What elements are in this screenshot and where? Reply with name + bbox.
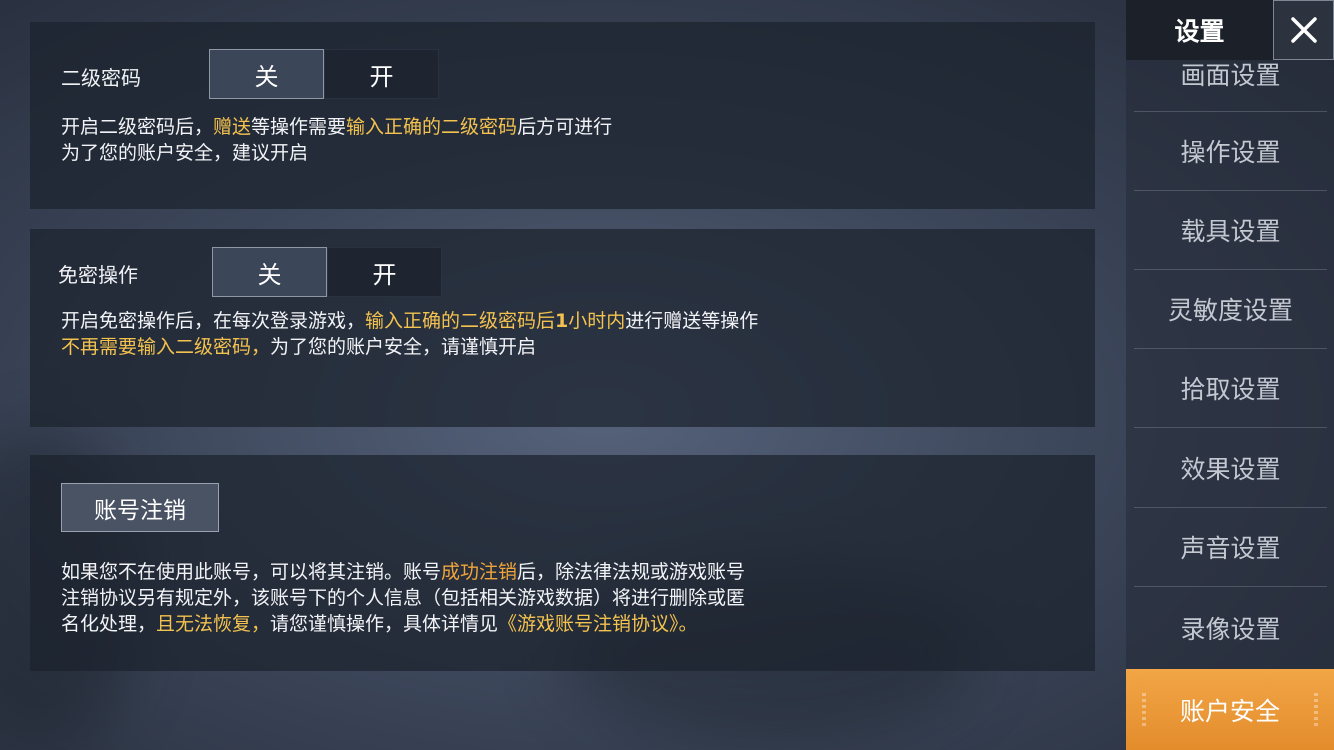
desc-text: 为了您的账户安全，请谨慎开启	[270, 336, 537, 358]
password-free-label: 免密操作	[58, 263, 138, 287]
sidebar-item-label: 画面设置	[1180, 61, 1281, 90]
desc-highlight: 1	[555, 310, 569, 332]
secondary-password-label: 二级密码	[61, 66, 141, 90]
sidebar-item-vehicle[interactable]: 载具设置	[1134, 191, 1327, 270]
description-line: 不再需要输入二级密码，为了您的账户安全，请谨慎开启	[61, 334, 758, 360]
sidebar-item-label: 灵敏度设置	[1167, 296, 1293, 325]
desc-text: 等操作需要	[251, 116, 347, 138]
desc-text: 开启二级密码后，	[61, 116, 214, 138]
desc-highlight: 输入正确的二级密码	[346, 116, 518, 138]
desc-highlight: 不再需要输入二级密码，	[61, 336, 271, 358]
password-free-toggle[interactable]: 关 开	[212, 247, 442, 297]
toggle-on-option[interactable]: 开	[324, 49, 439, 99]
desc-highlight: 小时内	[568, 310, 626, 332]
grip-decoration	[1142, 693, 1146, 727]
sidebar-item-label: 账户安全	[1179, 696, 1280, 726]
secondary-password-toggle[interactable]: 关 开	[209, 49, 439, 99]
sidebar-item-sound[interactable]: 声音设置	[1134, 508, 1327, 587]
account-cancel-description: 如果您不在使用此账号，可以将其注销。账号成功注销后，除法律法规或游戏账号 注销协…	[61, 559, 745, 637]
account-cancel-button[interactable]: 账号注销	[61, 483, 219, 532]
sidebar-item-label: 载具设置	[1180, 217, 1281, 246]
description-line: 如果您不在使用此账号，可以将其注销。账号成功注销后，除法律法规或游戏账号	[61, 559, 745, 585]
desc-text: 后方可进行	[517, 116, 613, 138]
description-line: 为了您的账户安全，建议开启	[61, 142, 309, 164]
sidebar-item-label: 声音设置	[1180, 534, 1281, 563]
password-free-description: 开启免密操作后，在每次登录游戏，输入正确的二级密码后1小时内进行赠送等操作 不再…	[61, 308, 758, 360]
secondary-password-panel: 二级密码 关 开 开启二级密码后，赠送等操作需要输入正确的二级密码后方可进行 为…	[30, 22, 1095, 209]
desc-highlight: 成功注销	[441, 561, 518, 583]
desc-highlight: 且无法恢复，	[156, 613, 271, 635]
desc-text: 名化处理，	[61, 613, 157, 635]
account-cancel-panel: 账号注销 如果您不在使用此账号，可以将其注销。账号成功注销后，除法律法规或游戏账…	[30, 455, 1095, 671]
password-free-panel: 免密操作 关 开 开启免密操作后，在每次登录游戏，输入正确的二级密码后1小时内进…	[30, 229, 1095, 427]
settings-title: 设置	[1126, 0, 1273, 60]
sidebar-item-controls[interactable]: 操作设置	[1134, 112, 1327, 191]
description-line: 名化处理，且无法恢复，请您谨慎操作，具体详情见《游戏账号注销协议》。	[61, 611, 745, 637]
desc-highlight: 赠送	[213, 116, 252, 138]
toggle-off-option[interactable]: 关	[212, 247, 327, 297]
desc-text: 如果您不在使用此账号，可以将其注销。账号	[61, 561, 442, 583]
cancel-agreement-link[interactable]: 《游戏账号注销协议》。	[498, 613, 698, 635]
close-button[interactable]	[1273, 0, 1334, 60]
desc-text: 请您谨慎操作，具体详情见	[270, 613, 499, 635]
sidebar-item-label: 录像设置	[1180, 614, 1281, 644]
toggle-on-option[interactable]: 开	[327, 247, 442, 297]
sidebar-item-label: 效果设置	[1180, 455, 1281, 484]
sidebar-item-label: 操作设置	[1180, 138, 1281, 167]
desc-text: 进行赠送等操作	[625, 310, 759, 332]
sidebar-item-sensitivity[interactable]: 灵敏度设置	[1134, 270, 1327, 349]
description-line: 开启免密操作后，在每次登录游戏，输入正确的二级密码后1小时内进行赠送等操作	[61, 308, 758, 334]
sidebar-item-label: 拾取设置	[1180, 375, 1281, 404]
grip-decoration	[1314, 693, 1318, 727]
desc-text: 开启免密操作后，在每次登录游戏，	[61, 310, 366, 332]
description-line: 开启二级密码后，赠送等操作需要输入正确的二级密码后方可进行	[61, 114, 612, 140]
desc-highlight: 输入正确的二级密码后	[365, 310, 556, 332]
sidebar-item-pickup[interactable]: 拾取设置	[1134, 349, 1327, 428]
secondary-password-description: 开启二级密码后，赠送等操作需要输入正确的二级密码后方可进行 为了您的账户安全，建…	[61, 114, 612, 166]
close-icon	[1290, 17, 1317, 43]
sidebar-item-graphics[interactable]: 画面设置	[1134, 60, 1327, 112]
sidebar-item-effects[interactable]: 效果设置	[1134, 429, 1327, 508]
description-line: 注销协议另有规定外，该账号下的个人信息（包括相关游戏数据）将进行删除或匿	[61, 587, 746, 609]
desc-text: 后，除法律法规或游戏账号	[517, 561, 746, 583]
sidebar-item-account-security[interactable]: 账户安全	[1126, 669, 1334, 750]
sidebar-item-recording[interactable]: 录像设置	[1134, 588, 1327, 667]
toggle-off-option[interactable]: 关	[209, 49, 324, 99]
